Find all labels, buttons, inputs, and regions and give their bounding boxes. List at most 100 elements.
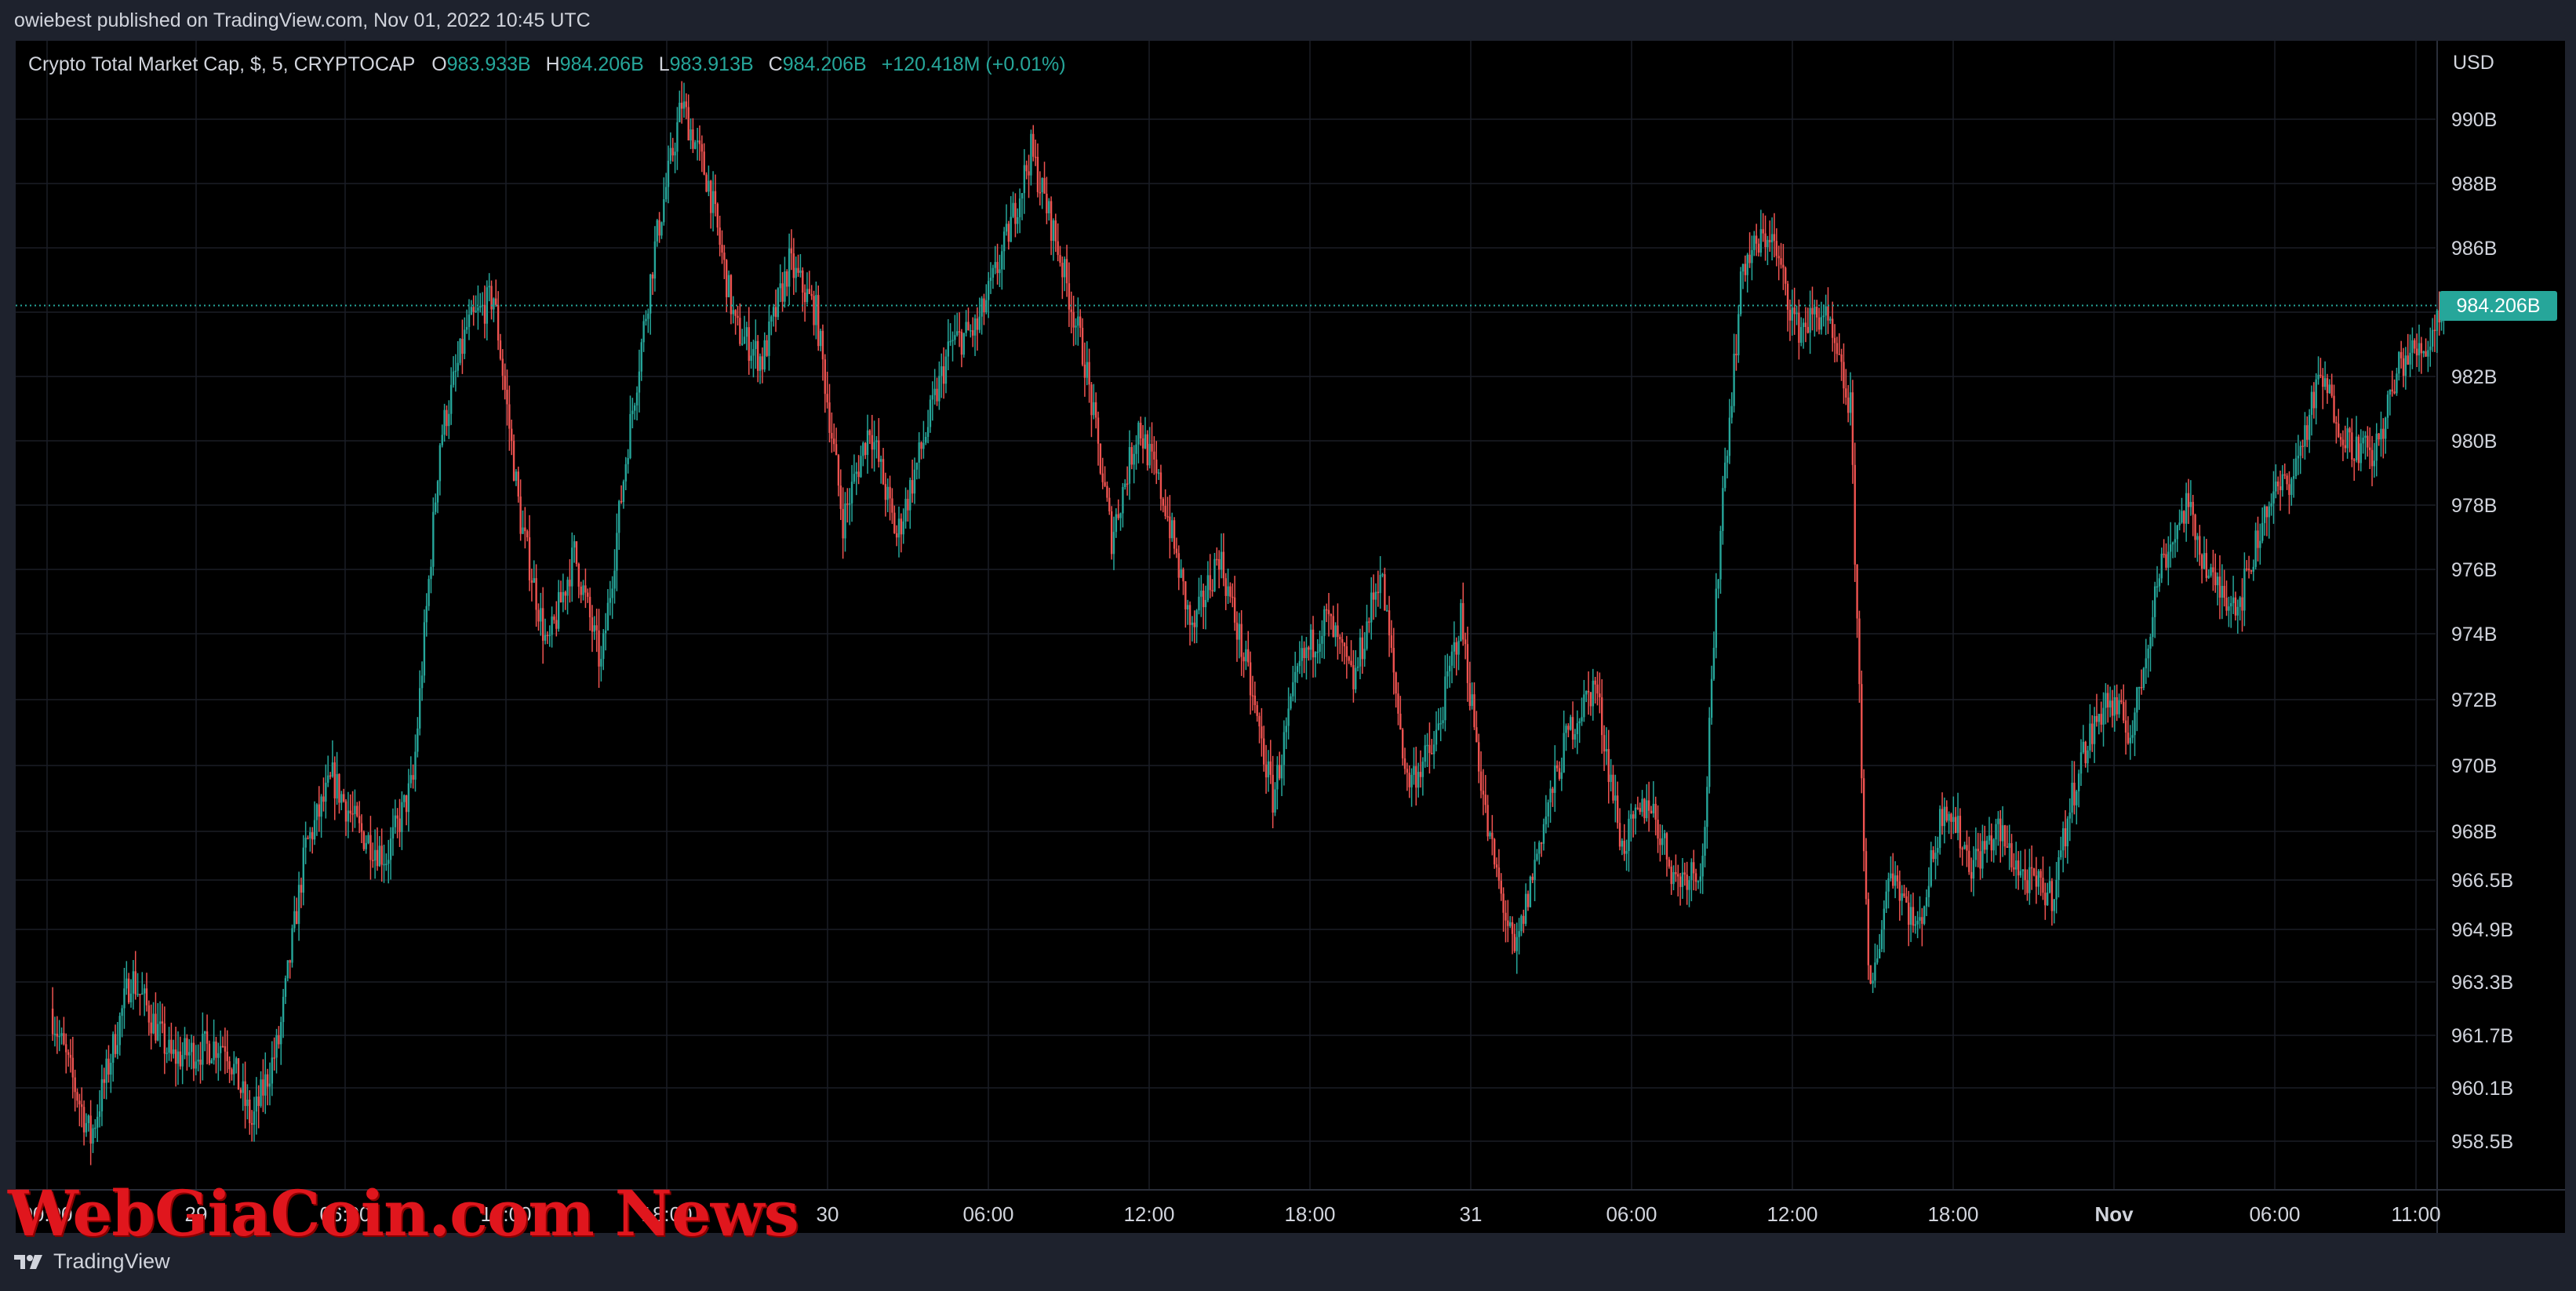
- footer[interactable]: TradingView: [14, 1249, 170, 1274]
- candle-body: [976, 318, 979, 330]
- candle-body: [1204, 599, 1207, 608]
- candle-body: [2013, 867, 2015, 870]
- candle-body: [1814, 307, 1816, 315]
- candle-body: [1892, 873, 1894, 886]
- candle-body: [242, 1081, 244, 1093]
- candle-body: [428, 579, 430, 606]
- candle-body: [897, 518, 901, 538]
- candle-body: [743, 336, 746, 344]
- candle-body: [2252, 566, 2254, 572]
- chart-panel[interactable]: 990B988B986B984B982B980B978B976B974B972B…: [16, 41, 2565, 1233]
- candle-body: [2185, 493, 2188, 524]
- candle-body: [1526, 893, 1530, 907]
- candle-body: [1520, 915, 1523, 932]
- candle-body: [1508, 922, 1512, 926]
- candle-body: [1769, 239, 1771, 242]
- open-key: O: [431, 53, 447, 75]
- candle-body: [1099, 443, 1102, 474]
- candle-body: [1570, 717, 1572, 730]
- candle-body: [949, 340, 951, 343]
- candle-body: [2290, 478, 2293, 496]
- candle-body: [219, 1046, 222, 1053]
- candle-body: [344, 801, 347, 822]
- candle-body: [913, 469, 916, 494]
- candle-body: [635, 392, 639, 405]
- candle-body: [719, 227, 721, 245]
- candle-body: [1216, 558, 1218, 561]
- candle-body: [1348, 656, 1350, 661]
- candle-body: [1305, 647, 1308, 659]
- candle-body: [593, 625, 596, 632]
- candle-body: [1419, 772, 1422, 777]
- candle-body: [1757, 243, 1760, 253]
- candle-body: [1733, 353, 1735, 406]
- candle-body: [2116, 696, 2118, 715]
- candle-body: [2323, 378, 2327, 387]
- candle-body: [1661, 838, 1664, 846]
- candle-body: [2183, 511, 2185, 524]
- candle-body: [2174, 539, 2177, 543]
- candle-body: [1925, 896, 1928, 907]
- candle-body: [1755, 235, 1758, 244]
- candle-body: [1726, 456, 1729, 463]
- candle-body: [1209, 575, 1211, 591]
- candle-body: [562, 591, 565, 602]
- candle-body: [895, 533, 898, 538]
- candle-body: [391, 827, 395, 839]
- candle-body: [1504, 912, 1507, 921]
- candle-body: [2200, 555, 2203, 569]
- candle-body: [1484, 795, 1486, 806]
- candle-body: [667, 160, 670, 187]
- candlestick-chart[interactable]: 990B988B986B984B982B980B978B976B974B972B…: [16, 41, 2565, 1233]
- candle-body: [1079, 316, 1082, 328]
- candle-body: [1923, 906, 1926, 924]
- candle-body: [2171, 542, 2174, 545]
- candle-body: [1728, 417, 1731, 456]
- candle-body: [2064, 828, 2067, 847]
- y-tick-label: 978B: [2451, 495, 2497, 517]
- y-tick-label: 988B: [2451, 173, 2497, 195]
- candle-body: [2120, 700, 2123, 703]
- candle-body: [1786, 283, 1789, 310]
- y-tick-label: 970B: [2451, 755, 2497, 777]
- candle-body: [1065, 259, 1068, 284]
- candle-body: [1950, 813, 1952, 822]
- x-tick-label: 06:00: [2249, 1202, 2300, 1226]
- candle-body: [511, 428, 513, 442]
- candle-body: [2058, 856, 2060, 880]
- candle-body: [1558, 768, 1561, 779]
- candle-body: [1770, 234, 1774, 242]
- candle-body: [813, 296, 815, 325]
- candle-body: [2140, 686, 2143, 689]
- candle-body: [2024, 869, 2026, 881]
- candle-body: [2339, 437, 2342, 440]
- candle-body: [143, 988, 146, 994]
- candle-body: [483, 304, 486, 324]
- candle-body: [1571, 717, 1574, 740]
- candle-body: [1431, 753, 1433, 755]
- candle-body: [325, 782, 327, 802]
- candle-body: [1751, 249, 1753, 264]
- candle-body: [871, 435, 873, 450]
- candle-body: [620, 500, 623, 503]
- candle-body: [1845, 388, 1847, 398]
- candle-body: [188, 1052, 191, 1056]
- candle-body: [81, 1104, 83, 1107]
- candle-body: [506, 389, 508, 405]
- candle-body: [1854, 464, 1856, 565]
- candle-body: [2087, 750, 2089, 764]
- candle-body: [2415, 348, 2418, 356]
- candle-body: [419, 688, 421, 729]
- candle-body: [326, 775, 329, 783]
- candle-body: [862, 442, 864, 456]
- candle-body: [918, 442, 920, 463]
- candle-body: [2165, 554, 2167, 568]
- candle-body: [116, 1045, 119, 1054]
- candle-body: [1479, 771, 1483, 791]
- candle-body: [797, 267, 799, 273]
- candle-body: [1862, 778, 1865, 852]
- candle-body: [358, 816, 361, 824]
- candle-body: [1555, 765, 1559, 769]
- candle-body: [573, 541, 576, 548]
- candle-body: [873, 442, 875, 450]
